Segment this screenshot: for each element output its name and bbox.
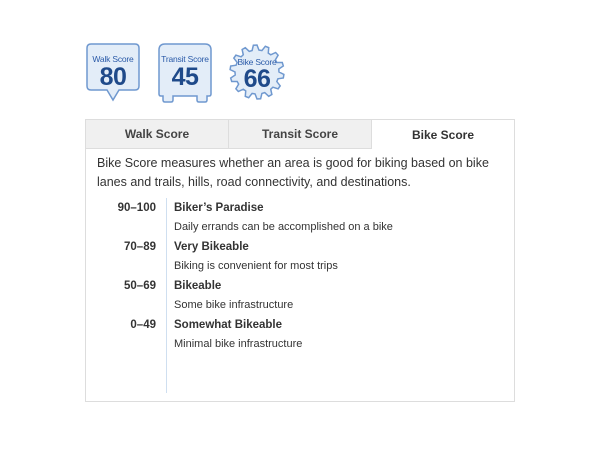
walk-score-badge[interactable]: Walk Score 80	[85, 42, 141, 104]
level-range: 90–100	[117, 202, 156, 214]
score-level-item: 50–69 Bikeable Some bike infrastructure	[86, 276, 516, 315]
bike-score-badge[interactable]: Bike Score 66	[229, 42, 285, 104]
bike-score-description: Bike Score measures whether an area is g…	[97, 156, 489, 189]
level-title: Very Bikeable	[174, 241, 249, 253]
bike-score-page: Walk Score 80 Transit Score 45 Bike Scor…	[0, 0, 600, 450]
level-range: 70–89	[124, 241, 156, 253]
level-title: Somewhat Bikeable	[174, 319, 283, 331]
level-description: Daily errands can be accomplished on a b…	[174, 221, 393, 233]
score-level-item: 90–100 Biker’s Paradise Daily errands ca…	[86, 198, 516, 237]
tab-bike-score[interactable]: Bike Score	[372, 120, 514, 149]
transit-score-badge[interactable]: Transit Score 45	[157, 42, 213, 104]
transit-score-value: 45	[171, 63, 199, 91]
score-level-item: 0–49 Somewhat Bikeable Minimal bike infr…	[86, 315, 516, 354]
tab-transit-score[interactable]: Transit Score	[229, 120, 372, 148]
level-range: 0–49	[130, 319, 156, 331]
tab-walk-score[interactable]: Walk Score	[86, 120, 229, 148]
score-level-item: 70–89 Very Bikeable Biking is convenient…	[86, 237, 516, 276]
tab-bar: Walk Score Transit Score Bike Score	[86, 120, 514, 149]
level-description: Some bike infrastructure	[174, 299, 294, 311]
level-description: Minimal bike infrastructure	[174, 338, 303, 350]
score-levels-list: 90–100 Biker’s Paradise Daily errands ca…	[86, 198, 516, 354]
level-range: 50–69	[124, 280, 156, 292]
level-description: Biking is convenient for most trips	[174, 260, 338, 272]
bike-score-value: 66	[243, 65, 271, 93]
score-tabs-panel: Walk Score Transit Score Bike Score Bike…	[85, 119, 515, 402]
level-title: Biker’s Paradise	[174, 202, 264, 214]
level-title: Bikeable	[174, 280, 222, 292]
walk-score-value: 80	[99, 63, 127, 91]
